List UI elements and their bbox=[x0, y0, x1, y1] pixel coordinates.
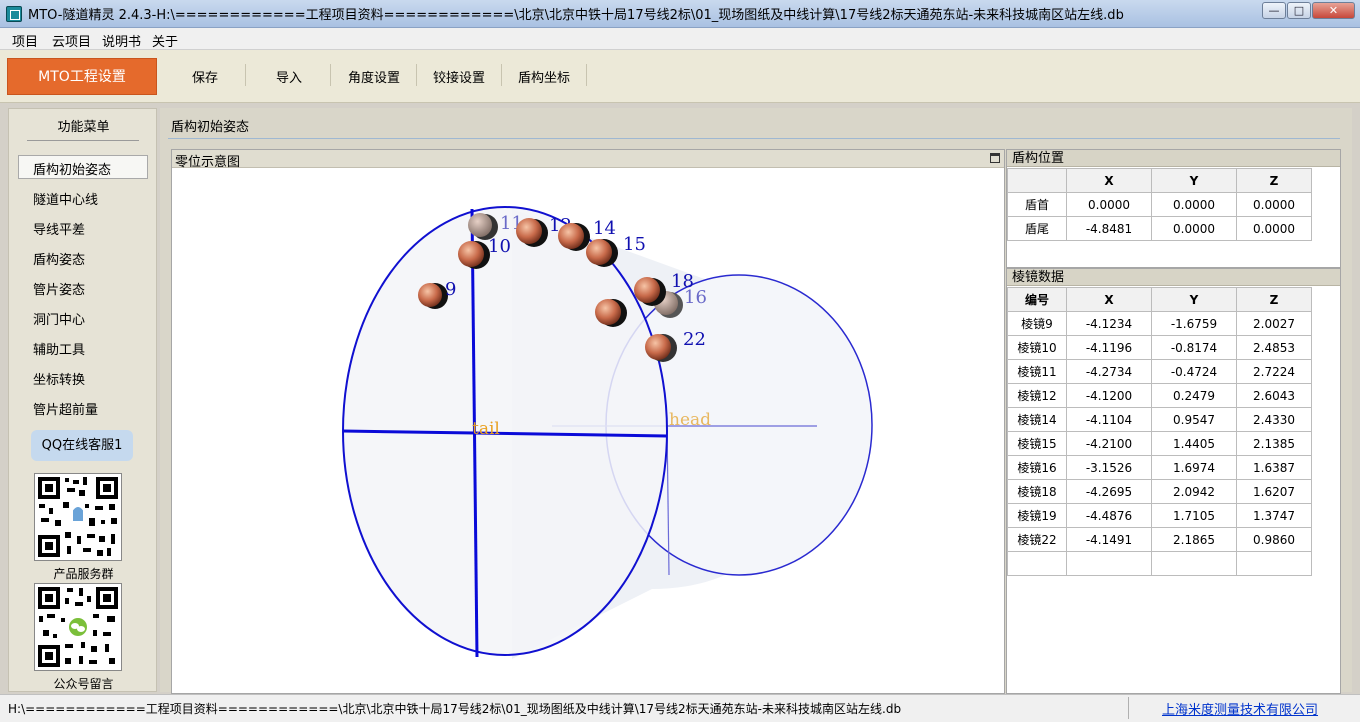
table-row[interactable]: 棱镜22 -4.1491 2.1865 0.9860 bbox=[1007, 527, 1312, 552]
table-row-empty[interactable] bbox=[1007, 551, 1312, 576]
menu-manual[interactable]: 说明书 bbox=[102, 31, 141, 50]
shield-position-table: X Y Z 盾首 0.0000 0.0000 0.0000 盾尾 -4.8481… bbox=[1007, 168, 1312, 241]
table-header: Z bbox=[1236, 168, 1312, 193]
svg-text:18: 18 bbox=[671, 271, 694, 292]
svg-text:10: 10 bbox=[488, 236, 511, 257]
table-header bbox=[1007, 168, 1067, 193]
title-bar: MTO-隧道精灵 2.4.3-H:\============工程项目资料====… bbox=[0, 0, 1360, 28]
menu-bar: 项目 云项目 说明书 关于 bbox=[0, 28, 1360, 50]
function-menu-panel: 功能菜单 盾构初始姿态 隧道中心线 导线平差 盾构姿态 管片姿态 洞门中心 辅助… bbox=[8, 108, 157, 692]
qr-caption-official-account: 公众号留言 bbox=[53, 677, 114, 691]
toolbar-divider bbox=[416, 64, 417, 86]
table-header: X bbox=[1066, 287, 1152, 312]
toolbar-divider bbox=[586, 64, 587, 86]
toolbar-divider bbox=[501, 64, 502, 86]
import-button[interactable]: 导入 bbox=[276, 67, 302, 86]
toolbar: MTO工程设置 保存 导入 角度设置 铰接设置 盾构坐标 bbox=[0, 50, 1360, 103]
qr-caption-service-group: 产品服务群 bbox=[53, 567, 114, 581]
toolbar-divider bbox=[245, 64, 246, 86]
table-row[interactable]: 盾首 0.0000 0.0000 0.0000 bbox=[1007, 192, 1312, 217]
company-link[interactable]: 上海米度测量技术有限公司 bbox=[1162, 699, 1318, 718]
table-row[interactable]: 盾尾 -4.8481 0.0000 0.0000 bbox=[1007, 216, 1312, 241]
zero-position-diagram-panel: 零位示意图 tail head 9 10 11 12 14 15 16 18 2… bbox=[171, 149, 1005, 694]
prism-data-title: 棱镜数据 bbox=[1007, 269, 1340, 286]
table-row[interactable]: 棱镜10 -4.1196 -0.8174 2.4853 bbox=[1007, 335, 1312, 360]
shield-position-title: 盾构位置 bbox=[1007, 150, 1340, 167]
window-title: MTO-隧道精灵 2.4.3-H:\============工程项目资料====… bbox=[28, 8, 1124, 23]
svg-text:9: 9 bbox=[445, 279, 456, 300]
table-header: 编号 bbox=[1007, 287, 1067, 312]
table-row[interactable]: 棱镜14 -4.1104 0.9547 2.4330 bbox=[1007, 407, 1312, 432]
head-label: head bbox=[669, 410, 711, 430]
shield-position-panel: 盾构位置 X Y Z 盾首 0.0000 0.0000 0.0000 盾尾 -4… bbox=[1006, 149, 1341, 268]
table-header: Z bbox=[1236, 287, 1312, 312]
qq-support-button[interactable]: QQ在线客服1 bbox=[31, 430, 133, 461]
status-bar: H:\============工程项目资料============\北京\北京中… bbox=[0, 694, 1360, 722]
svg-text:22: 22 bbox=[683, 329, 706, 350]
prism-data-panel: 棱镜数据 编号 X Y Z 棱镜9 -4.1234 -1.6759 2.0027 棱镜… bbox=[1006, 268, 1341, 694]
table-row[interactable]: 棱镜18 -4.2695 2.0942 1.6207 bbox=[1007, 479, 1312, 504]
svg-text:15: 15 bbox=[623, 234, 646, 255]
table-header: X bbox=[1066, 168, 1152, 193]
tab-shield-initial-attitude[interactable]: 盾构初始姿态 bbox=[171, 116, 249, 135]
articulation-settings-button[interactable]: 铰接设置 bbox=[433, 67, 485, 86]
divider bbox=[27, 140, 139, 141]
diagram-header: 零位示意图 bbox=[172, 150, 1004, 170]
svg-text:14: 14 bbox=[593, 218, 616, 239]
menu-cloud-project[interactable]: 云项目 bbox=[52, 31, 91, 50]
table-row[interactable]: 棱镜11 -4.2734 -0.4724 2.7224 bbox=[1007, 359, 1312, 384]
divider bbox=[168, 138, 1340, 139]
table-row[interactable]: 棱镜19 -4.4876 1.7105 1.3747 bbox=[1007, 503, 1312, 528]
table-header: Y bbox=[1151, 168, 1237, 193]
qr-code-official-account bbox=[34, 583, 122, 671]
maximize-icon[interactable] bbox=[990, 153, 1000, 163]
sidebar-item-segment-attitude[interactable]: 管片姿态 bbox=[33, 279, 85, 298]
table-row[interactable]: 棱镜9 -4.1234 -1.6759 2.0027 bbox=[1007, 311, 1312, 336]
status-divider bbox=[1128, 697, 1129, 719]
shield-3d-diagram[interactable]: tail head 9 10 11 12 14 15 16 18 22 bbox=[172, 169, 1004, 694]
mto-settings-button[interactable]: MTO工程设置 bbox=[7, 58, 157, 95]
menu-project[interactable]: 项目 bbox=[12, 31, 38, 50]
table-header: Y bbox=[1151, 287, 1237, 312]
tail-label: tail bbox=[472, 419, 500, 439]
sidebar-item-segment-advance[interactable]: 管片超前量 bbox=[33, 399, 98, 418]
sidebar-item-coordinate-conversion[interactable]: 坐标转换 bbox=[33, 369, 85, 388]
maximize-button[interactable]: □ bbox=[1287, 2, 1311, 19]
sidebar-item-tunnel-centerline[interactable]: 隧道中心线 bbox=[33, 189, 98, 208]
app-icon bbox=[6, 6, 22, 22]
table-row[interactable]: 棱镜16 -3.1526 1.6974 1.6387 bbox=[1007, 455, 1312, 480]
sidebar-item-portal-center[interactable]: 洞门中心 bbox=[33, 309, 85, 328]
sidebar-item-auxiliary-tools[interactable]: 辅助工具 bbox=[33, 339, 85, 358]
menu-about[interactable]: 关于 bbox=[152, 31, 178, 50]
prism-data-table: 编号 X Y Z 棱镜9 -4.1234 -1.6759 2.0027 棱镜10 -4.… bbox=[1007, 287, 1312, 576]
table-row[interactable]: 棱镜12 -4.1200 0.2479 2.6043 bbox=[1007, 383, 1312, 408]
qr-code-service-group bbox=[34, 473, 122, 561]
angle-settings-button[interactable]: 角度设置 bbox=[348, 67, 400, 86]
toolbar-divider bbox=[330, 64, 331, 86]
close-button[interactable]: ✕ bbox=[1312, 2, 1355, 19]
shield-coordinates-button[interactable]: 盾构坐标 bbox=[518, 67, 570, 86]
sidebar-item-traverse-adjustment[interactable]: 导线平差 bbox=[33, 219, 85, 238]
diagram-title: 零位示意图 bbox=[175, 155, 241, 170]
status-file-path: H:\============工程项目资料============\北京\北京中… bbox=[8, 702, 902, 716]
function-menu-title: 功能菜单 bbox=[57, 120, 110, 135]
minimize-button[interactable]: — bbox=[1262, 2, 1286, 19]
save-button[interactable]: 保存 bbox=[192, 67, 218, 86]
table-row[interactable]: 棱镜15 -4.2100 1.4405 2.1385 bbox=[1007, 431, 1312, 456]
sidebar-item-shield-attitude[interactable]: 盾构姿态 bbox=[33, 249, 85, 268]
sidebar-item-shield-initial-attitude[interactable]: 盾构初始姿态 bbox=[33, 159, 111, 178]
